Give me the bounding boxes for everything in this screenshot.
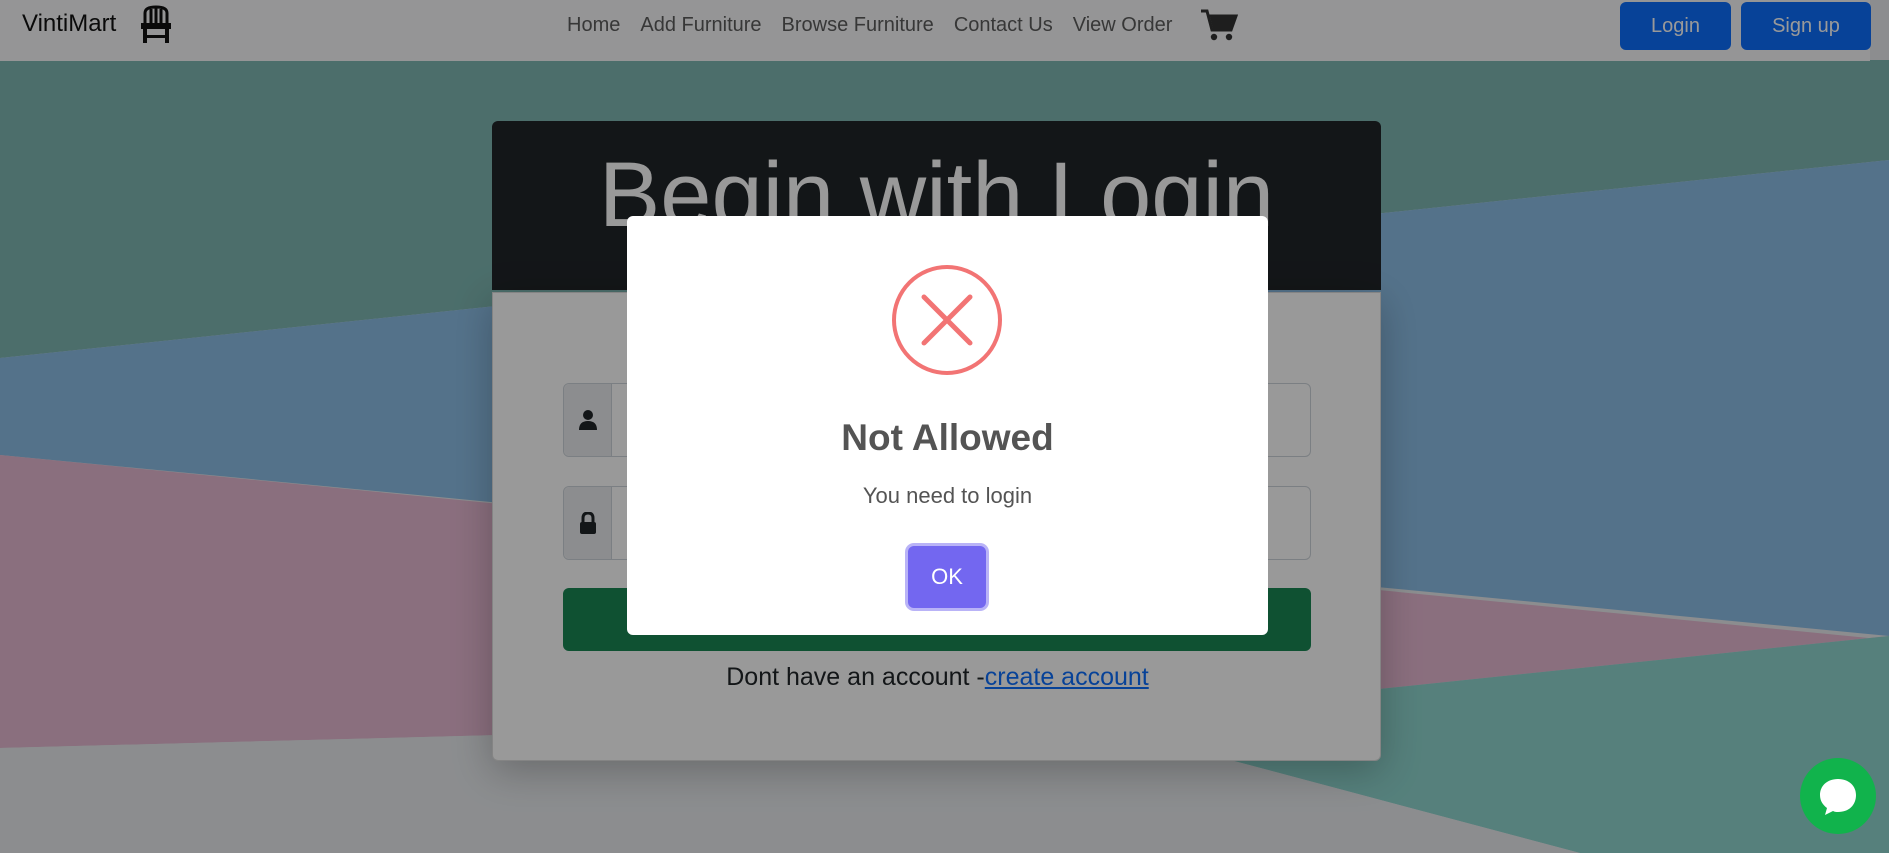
error-x-icon [892,265,1002,375]
modal-title: Not Allowed [841,417,1054,458]
page-scrollbar[interactable] [1870,0,1889,853]
alert-modal: Not Allowed You need to login OK [627,216,1268,635]
modal-message: You need to login [862,483,1033,508]
page: VintiMart Home Add Furniture Browse Furn… [0,0,1889,853]
chat-icon [1820,779,1856,815]
chat-widget-button[interactable] [1800,758,1876,834]
ok-button[interactable]: OK [908,546,986,608]
